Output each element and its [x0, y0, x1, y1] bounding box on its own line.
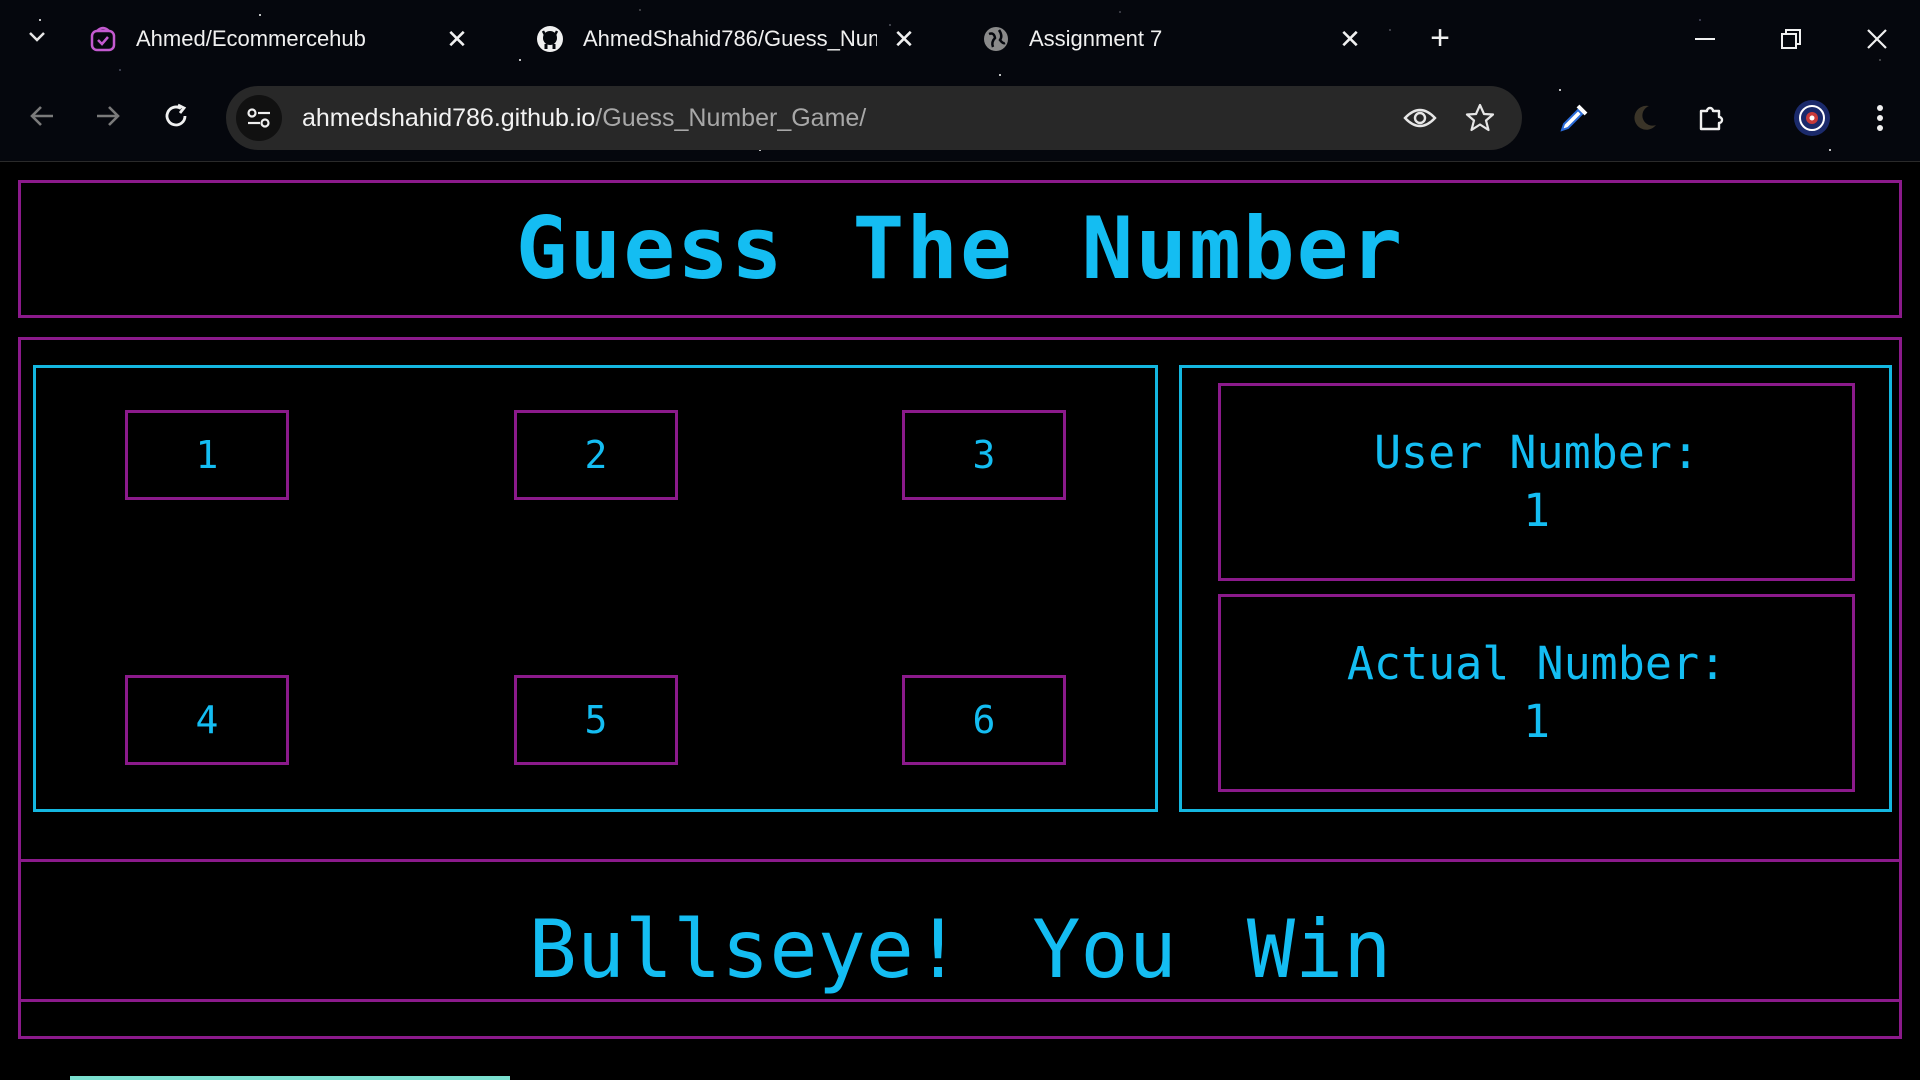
avatar-icon [1794, 100, 1830, 136]
cart-badge-icon [88, 24, 118, 54]
header-box: Guess The Number [18, 180, 1902, 318]
browser-toolbar: ahmedshahid786.github.io/Guess_Number_Ga… [0, 84, 1920, 152]
site-info-button[interactable] [236, 95, 282, 141]
arrow-left-icon [30, 106, 53, 126]
globe-icon [981, 24, 1011, 54]
result-panel: User Number: 1 Actual Number: 1 [1179, 365, 1892, 812]
more-vertical-icon [1877, 105, 1883, 131]
url-host: ahmedshahid786.github.io [302, 103, 596, 132]
puzzle-icon [1699, 106, 1724, 131]
minimize-button[interactable] [1688, 22, 1722, 56]
url-text[interactable]: ahmedshahid786.github.io/Guess_Number_Ga… [302, 104, 866, 133]
number-button-2[interactable]: 2 [514, 410, 678, 500]
star-icon [1465, 103, 1495, 132]
close-window-button[interactable] [1860, 22, 1894, 56]
page-content: Guess The Number 1 2 3 4 5 6 User Number… [0, 162, 1920, 1080]
bookmark-button[interactable] [1462, 100, 1498, 136]
color-picker-extension[interactable] [1554, 98, 1594, 138]
profile-avatar[interactable] [1792, 98, 1832, 138]
url-path: /Guess_Number_Game/ [595, 103, 867, 132]
tab-title: Assignment 7 [1029, 26, 1163, 51]
tune-icon [247, 108, 270, 128]
extensions-button[interactable] [1692, 98, 1732, 138]
browser-chrome: Ahmed/Ecommercehub ✕ AhmedShahid786/Gues… [0, 0, 1920, 162]
number-button-4[interactable]: 4 [125, 675, 289, 765]
actual-number-label: Actual Number: [1346, 637, 1727, 690]
tab-title: AhmedShahid786/Guess_Numb [583, 26, 877, 51]
tab-ecommercehub[interactable]: Ahmed/Ecommercehub ✕ [0, 14, 468, 64]
dark-mode-extension[interactable] [1624, 98, 1664, 138]
actual-number-card: Actual Number: 1 [1218, 594, 1855, 792]
browser-menu-button[interactable] [1860, 98, 1900, 138]
restore-icon [1781, 29, 1801, 49]
number-button-3[interactable]: 3 [902, 410, 1066, 500]
reload-button[interactable] [158, 98, 194, 134]
eye-icon [1403, 108, 1437, 128]
eyedropper-icon [1560, 104, 1588, 132]
tab-strip: Ahmed/Ecommercehub ✕ AhmedShahid786/Gues… [0, 0, 1920, 76]
reload-icon [165, 103, 187, 127]
forward-button[interactable] [90, 98, 126, 134]
tab-title: Ahmed/Ecommercehub [136, 26, 366, 51]
tab-github-repo[interactable]: AhmedShahid786/Guess_Numb ✕ [447, 14, 915, 64]
new-tab-button[interactable]: + [1424, 19, 1456, 57]
page-bottom-strip [70, 1076, 510, 1080]
user-number-label: User Number: [1373, 426, 1700, 479]
tab-close-button[interactable]: ✕ [1335, 24, 1365, 54]
number-buttons-panel: 1 2 3 4 5 6 [33, 365, 1158, 812]
number-button-1[interactable]: 1 [125, 410, 289, 500]
address-bar[interactable]: ahmedshahid786.github.io/Guess_Number_Ga… [226, 86, 1522, 150]
github-icon [535, 24, 565, 54]
number-button-5[interactable]: 5 [514, 675, 678, 765]
user-number-card: User Number: 1 [1218, 383, 1855, 581]
number-button-6[interactable]: 6 [902, 675, 1066, 765]
user-number-value: 1 [1522, 484, 1551, 537]
result-message-box: Bullseye! You Win [18, 859, 1902, 1039]
tab-assignment-7[interactable]: Assignment 7 ✕ [893, 14, 1361, 64]
close-icon [1867, 29, 1887, 49]
back-button[interactable] [24, 98, 60, 134]
page-title: Guess The Number [515, 199, 1405, 299]
actual-number-value: 1 [1522, 695, 1551, 748]
minimize-icon [1695, 38, 1715, 40]
result-message: Bullseye! You Win [528, 902, 1392, 996]
restore-button[interactable] [1774, 22, 1808, 56]
moon-icon [1634, 105, 1656, 130]
arrow-right-icon [97, 106, 120, 126]
reading-mode-button[interactable] [1402, 100, 1438, 136]
